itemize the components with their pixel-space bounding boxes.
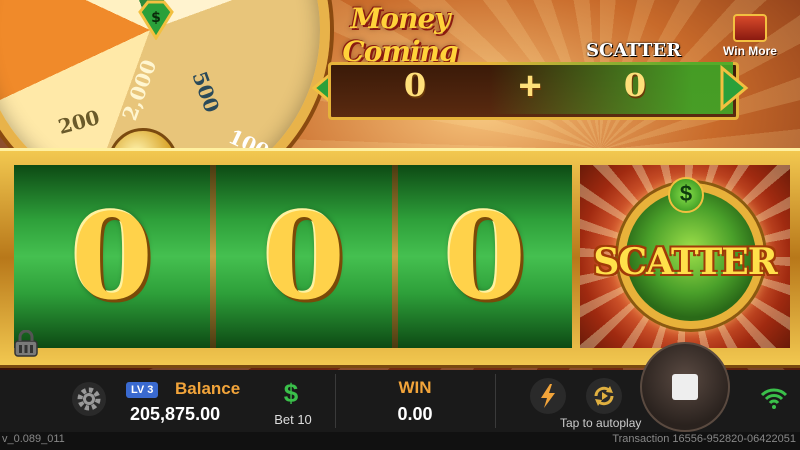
autoplay-hint: Tap to autoplay (560, 416, 642, 430)
reel-digit: 0 (70, 187, 154, 326)
dollar-icon: $ (668, 177, 704, 213)
gear-icon (77, 387, 101, 411)
autoplay-button[interactable] (586, 378, 622, 414)
balance-label: Balance (175, 379, 241, 398)
wifi-icon (760, 388, 788, 409)
scatter-reel: $ SCATTER (580, 165, 790, 348)
win-more-button[interactable]: Win More (712, 14, 788, 58)
reel-digit: 0 (262, 187, 346, 326)
bonus-panel: 0 + 0 (310, 58, 750, 120)
level-badge: LV 3 (126, 382, 159, 398)
version-text: v_0.089_011 (2, 433, 65, 445)
panel-left-value: 0 (403, 66, 427, 104)
balance-value: 205,875.00 (130, 404, 221, 424)
footer: v_0.089_011 Transaction 16556-952820-064… (0, 432, 800, 450)
turbo-button[interactable] (530, 378, 566, 414)
divider (495, 374, 496, 428)
reel: 0 (398, 165, 572, 348)
win-value: 0.00 (397, 404, 433, 424)
treasure-chest-icon (733, 14, 767, 42)
spin-stop-button[interactable] (640, 342, 730, 432)
svg-text:$: $ (151, 10, 161, 26)
reel: 0 (14, 165, 210, 348)
reel-digit: 0 (443, 187, 527, 326)
scatter-symbol-label: SCATTER (593, 241, 777, 283)
win-more-label: Win More (723, 44, 777, 58)
wheel-pointer-icon: $ (138, 0, 174, 40)
autoplay-icon (594, 386, 614, 406)
arrow-right-icon (720, 64, 749, 112)
reel: 0 (216, 165, 392, 348)
wheel-label: 500 (187, 68, 225, 116)
wheel-label: 200 (55, 105, 103, 139)
lock-icon[interactable] (12, 330, 40, 358)
divider (335, 374, 336, 428)
panel-right-value: 0 (623, 66, 647, 104)
plus-icon: + (518, 64, 542, 108)
game-stage: 2,000 500 200 100 $ Money Coming 0 + 0 S… (0, 0, 800, 370)
settings-button[interactable] (72, 382, 106, 416)
stop-icon (672, 374, 698, 400)
win-label: WIN (398, 378, 432, 397)
panel-scatter-label: SCATTER (586, 40, 682, 61)
bet-label: Bet 10 (274, 412, 312, 427)
reels: 0 0 0 (14, 165, 572, 348)
lightning-icon (541, 384, 555, 408)
bet-button[interactable]: $ (276, 378, 306, 409)
wheel-label: 2,000 (117, 56, 162, 124)
transaction-id: Transaction 16556-952820-06422051 (612, 433, 796, 445)
